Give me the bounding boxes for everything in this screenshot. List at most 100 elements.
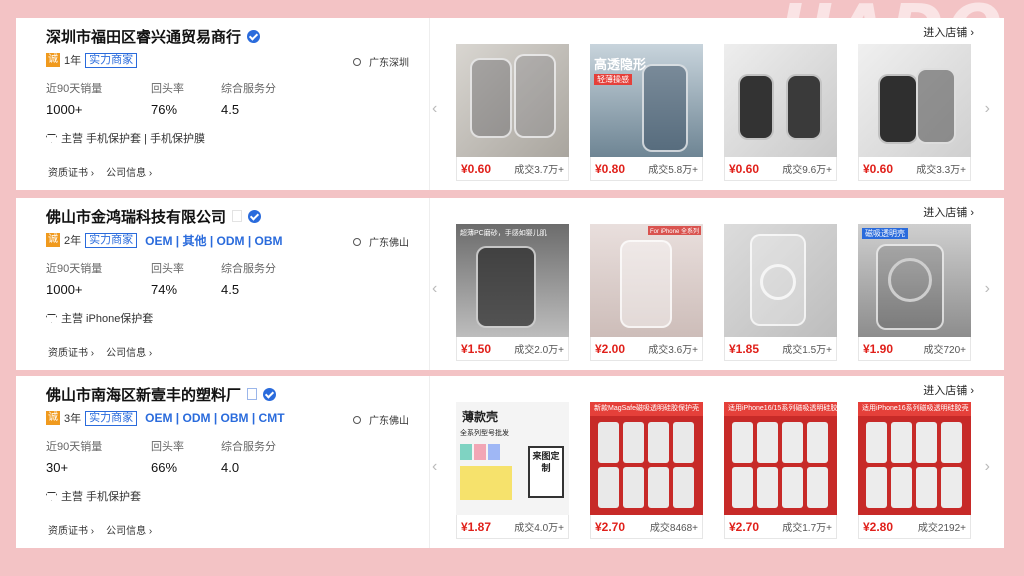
location-icon xyxy=(353,237,361,246)
product-image[interactable]: For iPhone 全系列 xyxy=(590,224,703,337)
product-card[interactable]: 高透隐形 轻薄操感 ¥0.80 成交5.8万+ xyxy=(590,44,703,181)
enter-store-link[interactable]: 进入店铺 › xyxy=(923,24,974,40)
product-price: ¥2.80 xyxy=(863,519,894,534)
product-image-text: 高透隐形 xyxy=(594,57,647,72)
product-image-text: 适用iPhone16/15系列磁吸透明硅胶壳 xyxy=(724,402,837,416)
product-card[interactable]: ¥1.85 成交1.5万+ xyxy=(724,224,837,361)
certificate-link[interactable]: 资质证书 › xyxy=(48,344,94,359)
product-image-text: 轻薄操感 xyxy=(594,74,632,85)
stat-label: 回头率 xyxy=(151,263,184,275)
product-image[interactable]: 新款MagSafe磁吸透明硅胶保护壳 xyxy=(590,402,703,515)
product-card[interactable]: ¥0.60 成交3.3万+ xyxy=(858,44,971,181)
product-card[interactable]: 适用iPhone16系列磁吸透明硅胶壳 ¥2.80 成交2192+ xyxy=(858,402,971,539)
supplier-name[interactable]: 深圳市福田区睿兴通贸易商行 xyxy=(46,26,241,47)
product-deals: 成交5.8万+ xyxy=(648,165,698,176)
cheng-badge: 诚 xyxy=(46,411,60,425)
product-image[interactable]: 磁吸透明壳 xyxy=(858,224,971,337)
stat-value: 4.5 xyxy=(221,102,240,117)
stat-label: 综合服务分 xyxy=(221,441,276,453)
product-image[interactable] xyxy=(724,44,837,157)
product-image-text: 适用iPhone16系列磁吸透明硅胶壳 xyxy=(858,402,971,416)
stats: 近90天销量 1000+ 回头率 76% 综合服务分 4.5 xyxy=(46,80,311,117)
supplier-info: 深圳市福田区睿兴通贸易商行 诚 1年 实力商家 广东深圳 近90天销量 1000+… xyxy=(16,18,430,190)
stat-value: 30+ xyxy=(46,460,69,475)
product-price: ¥1.50 xyxy=(461,341,492,356)
product-price: ¥1.87 xyxy=(461,519,492,534)
product-card[interactable]: 超薄PC磨砂，手感如婴儿肌 ¥1.50 成交2.0万+ xyxy=(456,224,569,361)
product-image-text: 新款MagSafe磁吸透明硅胶保护壳 xyxy=(590,402,703,416)
product-image[interactable] xyxy=(858,44,971,157)
stats: 近90天销量 30+ 回头率 66% 综合服务分 4.0 xyxy=(46,438,311,475)
diamond-icon xyxy=(46,491,57,501)
supplier-info: 佛山市南海区新壹丰的塑料厂 诚 3年 实力商家 OEM | ODM | OBM … xyxy=(16,376,430,548)
chevron-right-icon[interactable]: › xyxy=(985,280,990,298)
small-verify-icon xyxy=(247,388,258,400)
chevron-left-icon[interactable]: ‹ xyxy=(432,458,437,476)
product-image[interactable]: 超薄PC磨砂，手感如婴儿肌 xyxy=(456,224,569,337)
product-card[interactable]: 薄款壳 全系列型号批发 来图定制 ¥1.87 成交4.0万+ xyxy=(456,402,569,539)
product-image-text: For iPhone 全系列 xyxy=(647,226,701,235)
product-image[interactable]: 适用iPhone16系列磁吸透明硅胶壳 xyxy=(858,402,971,515)
product-deals: 成交2192+ xyxy=(917,523,966,534)
verified-icon xyxy=(248,209,262,223)
stats: 近90天销量 1000+ 回头率 74% 综合服务分 4.5 xyxy=(46,260,311,297)
company-info-link[interactable]: 公司信息 › xyxy=(106,344,152,359)
stat-value: 1000+ xyxy=(46,102,83,117)
location-text: 广东佛山 xyxy=(369,416,409,427)
product-price: ¥0.60 xyxy=(461,161,492,176)
product-price: ¥1.85 xyxy=(729,341,760,356)
product-deals: 成交3.3万+ xyxy=(916,165,966,176)
stat-value: 4.0 xyxy=(221,460,240,475)
location-text: 广东佛山 xyxy=(369,238,409,249)
product-card[interactable]: For iPhone 全系列 ¥2.00 成交3.6万+ xyxy=(590,224,703,361)
diamond-icon xyxy=(46,133,57,143)
chevron-right-icon[interactable]: › xyxy=(985,458,990,476)
product-image-text: 磁吸透明壳 xyxy=(862,228,908,239)
product-image[interactable]: 高透隐形 轻薄操感 xyxy=(590,44,703,157)
placeholder-icon xyxy=(232,210,243,222)
years-text: 3年 xyxy=(64,413,82,425)
product-card[interactable]: 适用iPhone16/15系列磁吸透明硅胶壳 ¥2.70 成交1.7万+ xyxy=(724,402,837,539)
product-price: ¥0.60 xyxy=(729,161,760,176)
company-info-link[interactable]: 公司信息 › xyxy=(106,164,152,179)
main-business-text: 主营 iPhone保护套 xyxy=(61,313,154,325)
stat-value: 1000+ xyxy=(46,282,83,297)
product-image[interactable]: 薄款壳 全系列型号批发 来图定制 xyxy=(456,402,569,515)
product-image-text: 薄款壳 xyxy=(462,410,499,424)
enter-store-link[interactable]: 进入店铺 › xyxy=(923,382,974,398)
product-card[interactable]: 新款MagSafe磁吸透明硅胶保护壳 ¥2.70 成交8468+ xyxy=(590,402,703,539)
location: 广东深圳 xyxy=(353,54,409,69)
strength-merchant-badge: 实力商家 xyxy=(85,232,138,248)
product-carousel: 进入店铺 › ‹ › 薄款壳 全系列型号批发 来图定制 ¥1.87 成交4.0万+… xyxy=(430,376,1004,548)
certificate-link[interactable]: 资质证书 › xyxy=(48,522,94,537)
location: 广东佛山 xyxy=(353,234,409,249)
supplier-info: 佛山市金鸿瑞科技有限公司 诚 2年 实力商家 OEM | 其他 | ODM | … xyxy=(16,198,430,370)
chevron-left-icon[interactable]: ‹ xyxy=(432,280,437,298)
product-card[interactable]: ¥0.60 成交3.7万+ xyxy=(456,44,569,181)
product-image-text: 全系列型号批发 xyxy=(460,430,509,437)
product-card[interactable]: ¥0.60 成交9.6万+ xyxy=(724,44,837,181)
product-price: ¥0.60 xyxy=(863,161,894,176)
strength-merchant-badge: 实力商家 xyxy=(85,410,138,426)
product-card[interactable]: 磁吸透明壳 ¥1.90 成交720+ xyxy=(858,224,971,361)
supplier-name[interactable]: 佛山市南海区新壹丰的塑料厂 xyxy=(46,384,241,405)
product-deals: 成交1.5万+ xyxy=(782,345,832,356)
product-image[interactable] xyxy=(456,44,569,157)
main-business-text: 主营 手机保护套 | 手机保护膜 xyxy=(61,133,206,145)
location-icon xyxy=(353,415,361,424)
product-deals: 成交8468+ xyxy=(649,523,698,534)
product-image[interactable]: 适用iPhone16/15系列磁吸透明硅胶壳 xyxy=(724,402,837,515)
certificate-link[interactable]: 资质证书 › xyxy=(48,164,94,179)
supplier-name[interactable]: 佛山市金鸿瑞科技有限公司 xyxy=(46,206,226,227)
main-business: 主营 iPhone保护套 xyxy=(46,310,153,326)
enter-store-link[interactable]: 进入店铺 › xyxy=(923,204,974,220)
product-image[interactable] xyxy=(724,224,837,337)
company-info-link[interactable]: 公司信息 › xyxy=(106,522,152,537)
chevron-left-icon[interactable]: ‹ xyxy=(432,100,437,118)
stat-value: 76% xyxy=(151,102,178,117)
product-price: ¥1.90 xyxy=(863,341,894,356)
chevron-right-icon[interactable]: › xyxy=(985,100,990,118)
product-deals: 成交720+ xyxy=(923,345,966,356)
verified-icon xyxy=(247,29,261,43)
product-deals: 成交4.0万+ xyxy=(514,523,564,534)
